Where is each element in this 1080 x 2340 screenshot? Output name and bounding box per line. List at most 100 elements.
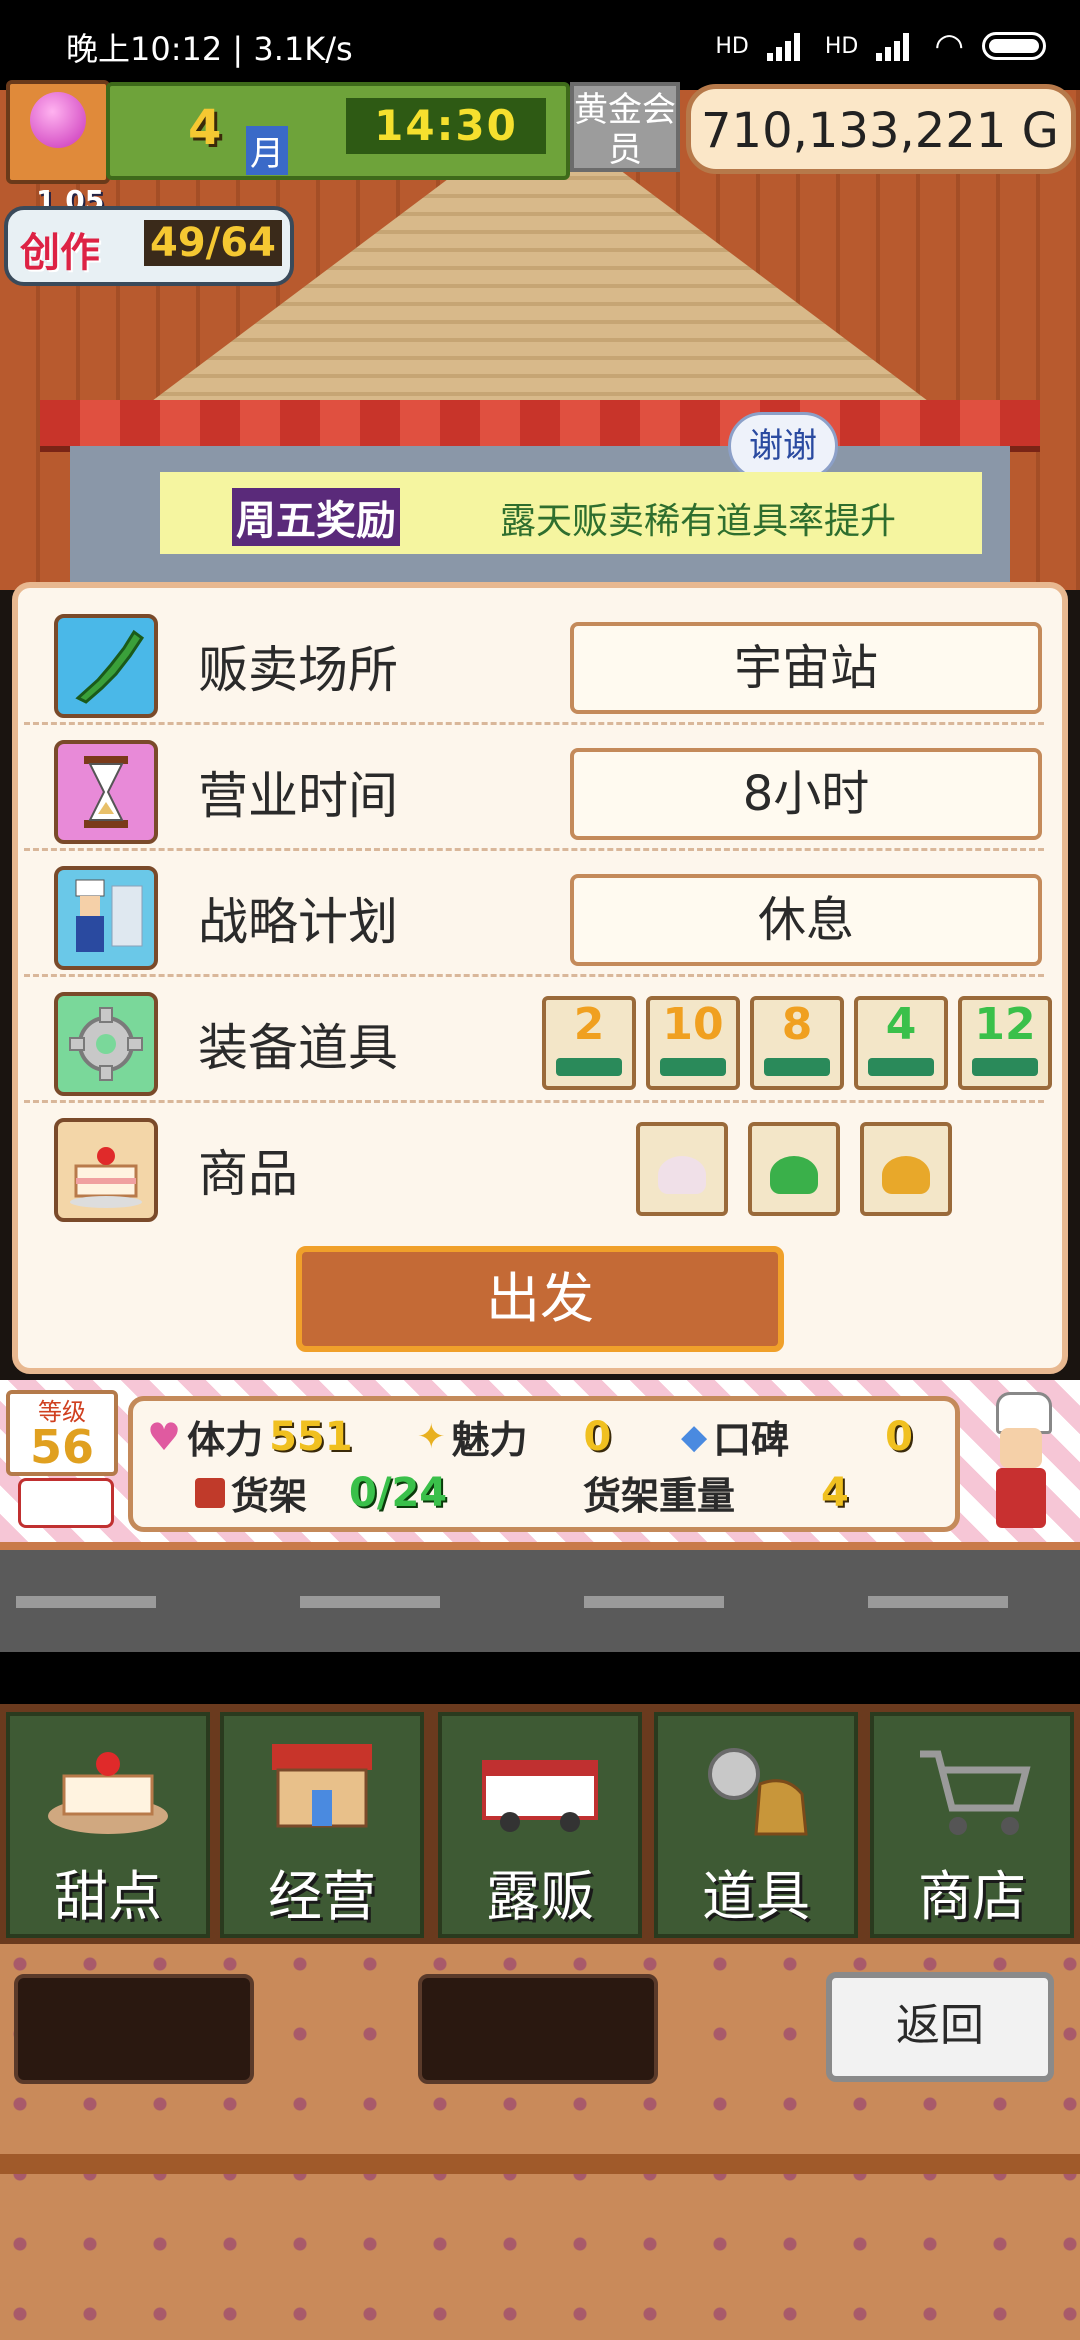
chef-character-icon	[986, 1392, 1056, 1532]
shelf-weight-stat: 货架重量 4	[583, 1465, 849, 1520]
speech-bubble-icon: ◆	[681, 1416, 708, 1457]
equip-slot-2[interactable]: 10	[646, 996, 740, 1090]
row-hours: 营业时间 8小时	[24, 730, 1044, 851]
chef-icon	[54, 866, 158, 970]
location-label: 贩卖场所	[198, 641, 398, 699]
nav-store-button[interactable]: 商店	[870, 1712, 1074, 1938]
stamina-label: 体力	[187, 1418, 264, 1462]
equip-slot-1[interactable]: 2	[542, 996, 636, 1090]
network-hd-label-2: HD	[824, 33, 859, 59]
pudding-icon	[882, 1156, 930, 1194]
stamina-stat: ♥ 体力 551	[147, 1409, 353, 1464]
location-select[interactable]: 宇宙站	[570, 622, 1042, 714]
row-strategy: 战略计划 休息	[24, 856, 1044, 977]
cake-icon	[48, 1752, 168, 1834]
row-goods: 商品	[24, 1108, 1044, 1226]
shop-icon	[272, 1744, 372, 1828]
heart-icon: ♥	[147, 1414, 182, 1459]
goods-label: 商品	[198, 1145, 298, 1203]
shelf-icon	[195, 1477, 225, 1508]
reputation-value: 0	[885, 1413, 914, 1460]
road	[0, 1542, 1080, 1660]
nav-outdoor-label: 露贩	[486, 1865, 594, 1928]
status-time: 晚上10:12 | 3.1K/s	[66, 30, 353, 68]
goods-slot-2[interactable]	[748, 1122, 840, 1216]
shelf-label: 货架	[231, 1474, 308, 1518]
equip-slot-3[interactable]: 8	[750, 996, 844, 1090]
gold-member-badge[interactable]: 黄金会员	[570, 82, 680, 172]
strategy-label: 战略计划	[198, 893, 398, 951]
status-icons: HD HD ◠	[715, 26, 1046, 66]
month-label: 月	[246, 126, 288, 175]
nav-items-label: 道具	[702, 1865, 810, 1928]
charm-label: 魅力	[451, 1418, 528, 1462]
empty-slot	[14, 1974, 254, 2084]
create-panel[interactable]: 创作 49/64	[4, 206, 294, 286]
nav-items-button[interactable]: 道具	[654, 1712, 858, 1938]
japan-map-icon	[54, 614, 158, 718]
create-label: 创作	[20, 230, 100, 276]
reputation-label: 口碑	[713, 1418, 790, 1462]
goods-slot-1[interactable]	[636, 1122, 728, 1216]
tools-icon	[708, 1748, 808, 1836]
banner-text: 露天贩卖稀有道具率提升	[500, 501, 897, 542]
shelf-weight-label: 货架重量	[583, 1474, 736, 1518]
sparkle-icon: ✦	[417, 1416, 446, 1457]
month-number: 4	[188, 100, 222, 156]
charm-value: 0	[583, 1413, 612, 1460]
stamina-value: 551	[269, 1413, 353, 1460]
cake-dessert-icon	[658, 1156, 706, 1194]
divider	[0, 1652, 1080, 1704]
shop-awning	[40, 400, 1040, 452]
hours-select[interactable]: 8小时	[570, 748, 1042, 840]
nav-dessert-button[interactable]: 甜点	[6, 1712, 210, 1938]
road-line	[868, 1596, 1008, 1608]
gear-icon	[54, 992, 158, 1096]
bottom-area: 返回	[0, 1944, 1080, 2340]
level-badge: 等级 56	[6, 1390, 118, 1476]
nav-manage-button[interactable]: 经营	[220, 1712, 424, 1938]
equipment-label: 装备道具	[198, 1019, 398, 1077]
van-icon	[18, 1478, 114, 1528]
thanks-bubble[interactable]: 谢谢	[728, 412, 838, 480]
shelf-weight-value: 4	[821, 1469, 849, 1516]
empty-slot	[418, 1974, 658, 2084]
date-panel: 4 月 14:30	[106, 82, 570, 180]
bottom-nav: 甜点 经营 露贩 道具 商店	[0, 1704, 1080, 1944]
equip-slot-5-count: 12	[974, 999, 1036, 1050]
road-line	[16, 1596, 156, 1608]
road-line	[584, 1596, 724, 1608]
row-equipment: 装备道具 2 10 8 4 12	[24, 982, 1052, 1103]
equip-slot-4-count: 4	[885, 999, 917, 1050]
equip-slot-2-count: 10	[662, 999, 724, 1050]
reputation-stat: ◆ 口碑 0	[681, 1409, 913, 1464]
event-banner: 周五奖励 露天贩卖稀有道具率提升	[160, 472, 982, 554]
money-panel: 710,133,221 G	[686, 84, 1076, 174]
cart-icon	[920, 1750, 1031, 1835]
green-jelly-icon	[770, 1156, 818, 1194]
game-clock: 14:30	[346, 98, 546, 154]
create-progress: 49/64	[144, 220, 282, 266]
charm-stat: ✦ 魅力 0	[417, 1409, 611, 1464]
nav-outdoor-button[interactable]: 露贩	[438, 1712, 642, 1938]
shelf-stat: 货架 0/24	[195, 1465, 447, 1520]
equip-slot-5[interactable]: 12	[958, 996, 1052, 1090]
equip-slot-4[interactable]: 4	[854, 996, 948, 1090]
money-value: 710,133,221 G	[701, 103, 1059, 159]
nav-store-label: 商店	[918, 1865, 1026, 1928]
hourglass-icon	[54, 740, 158, 844]
depart-button[interactable]: 出发	[296, 1246, 784, 1352]
nav-manage-label: 经营	[268, 1865, 376, 1928]
back-button[interactable]: 返回	[826, 1972, 1054, 2082]
shelf-value: 0/24	[349, 1469, 448, 1516]
hours-label: 营业时间	[198, 767, 398, 825]
row-location: 贩卖场所 宇宙站	[24, 604, 1044, 725]
food-truck-icon	[482, 1760, 598, 1832]
equip-slot-3-count: 8	[781, 999, 813, 1050]
goods-slot-3[interactable]	[860, 1122, 952, 1216]
avatar[interactable]	[6, 80, 110, 184]
strategy-select[interactable]: 休息	[570, 874, 1042, 966]
avatar-ball-icon	[30, 92, 86, 148]
battery-icon	[982, 32, 1046, 60]
divider	[0, 2154, 1080, 2174]
